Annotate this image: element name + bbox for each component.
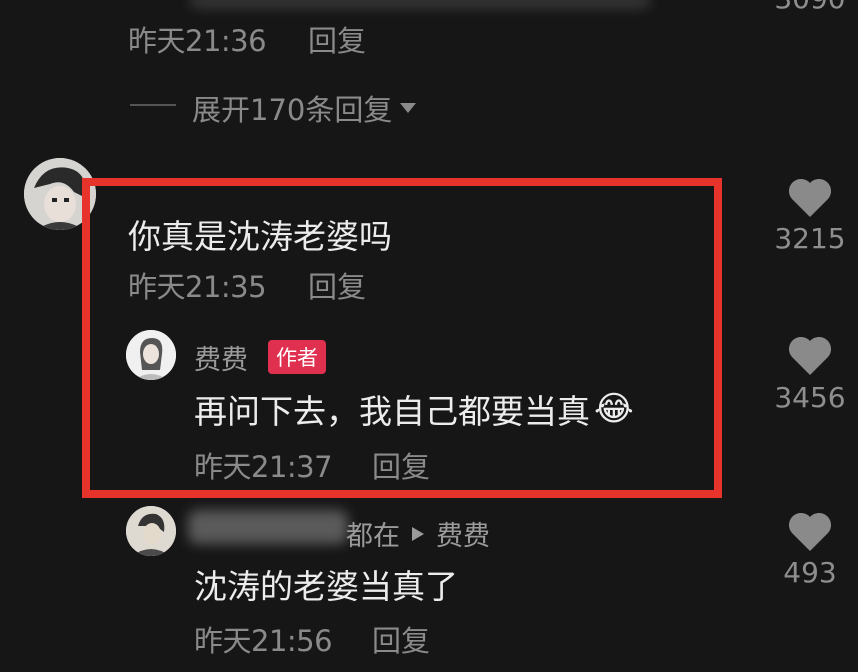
expand-replies-button[interactable]: 展开170条回复 bbox=[192, 87, 418, 129]
laughing-crying-emoji-icon: 😂 bbox=[594, 389, 634, 429]
reply-button[interactable]: 回复 bbox=[308, 264, 366, 306]
comment-text: 再问下去，我自己都要当真 😂 bbox=[194, 385, 634, 433]
reply-button[interactable]: 回复 bbox=[372, 444, 430, 486]
username-tail[interactable]: 都在 bbox=[346, 514, 400, 553]
expand-divider bbox=[130, 104, 176, 106]
expand-replies-label: 展开170条回复 bbox=[192, 93, 393, 127]
heart-icon[interactable] bbox=[787, 176, 833, 218]
partial-like-count: 3090 bbox=[765, 0, 855, 15]
reply-button[interactable]: 回复 bbox=[372, 618, 430, 660]
avatar-image bbox=[126, 506, 176, 556]
comment-text: 你真是沈涛老婆吗 bbox=[128, 217, 392, 256]
comment-text: 沈涛的老婆当真了 bbox=[194, 567, 458, 606]
avatar-image bbox=[126, 330, 176, 380]
cut-off-text bbox=[190, 0, 650, 8]
avatar[interactable] bbox=[126, 330, 176, 380]
blurred-username bbox=[188, 510, 348, 544]
heart-icon[interactable] bbox=[787, 334, 833, 376]
chevron-down-icon bbox=[400, 103, 417, 113]
timestamp: 昨天21:36 bbox=[128, 24, 267, 58]
like-count: 3456 bbox=[774, 381, 846, 414]
timestamp: 昨天21:56 bbox=[194, 624, 333, 658]
heart-icon[interactable] bbox=[787, 510, 833, 552]
username[interactable]: 费费 bbox=[194, 338, 248, 377]
reply-arrow-icon bbox=[412, 526, 424, 541]
reply-to-username[interactable]: 费费 bbox=[436, 514, 490, 553]
avatar[interactable] bbox=[126, 506, 176, 556]
reply-button[interactable]: 回复 bbox=[308, 18, 366, 60]
timestamp: 昨天21:37 bbox=[194, 450, 333, 484]
author-badge: 作者 bbox=[268, 340, 326, 374]
like-count: 493 bbox=[783, 556, 837, 589]
like-count: 3215 bbox=[774, 222, 846, 255]
comment-text-body: 再问下去，我自己都要当真 bbox=[194, 392, 590, 431]
timestamp: 昨天21:35 bbox=[128, 270, 267, 304]
reply-header: 都在 费费 bbox=[346, 514, 490, 553]
